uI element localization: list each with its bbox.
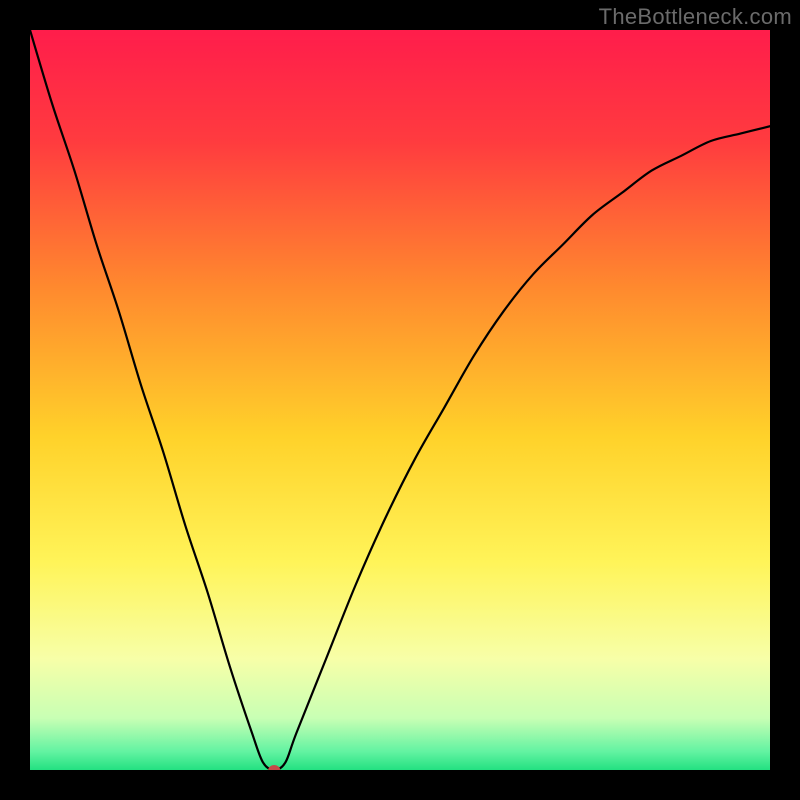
chart-container: TheBottleneck.com xyxy=(0,0,800,800)
plot-area xyxy=(30,30,770,770)
heatmap-background xyxy=(30,30,770,770)
chart-svg xyxy=(30,30,770,770)
watermark-label: TheBottleneck.com xyxy=(599,4,792,30)
